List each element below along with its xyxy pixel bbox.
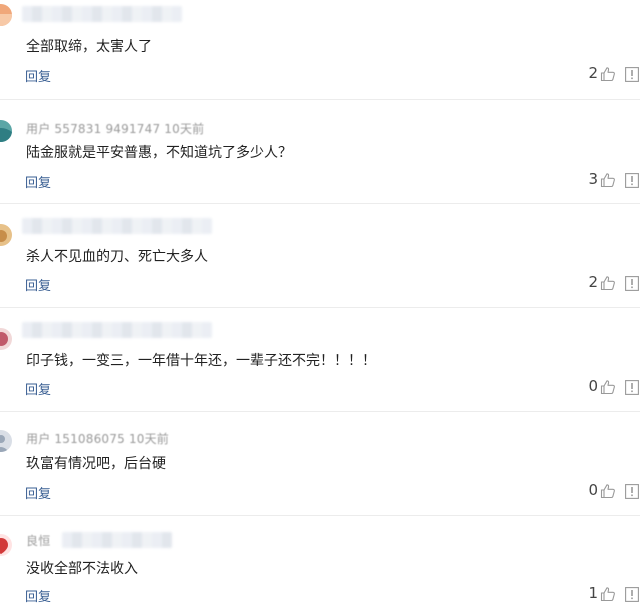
like-count: 2 (588, 273, 598, 291)
comment-text: 没收全部不法收入 (26, 561, 138, 577)
avatar[interactable] (0, 224, 12, 246)
username-meta: 用户 151086075 10天前 (26, 432, 170, 446)
report-icon[interactable] (625, 380, 639, 395)
comment-text: 印子钱，一变三，一年借十年还，一辈子还不完！！！！ (26, 353, 376, 369)
comment-list: 全部取缔，太害人了 回复 2 用户 557831 9491747 10天前 陆金… (0, 0, 640, 604)
thumbs-up-icon[interactable] (600, 275, 616, 291)
comment-text: 全部取缔，太害人了 (26, 39, 152, 55)
report-icon[interactable] (625, 484, 639, 499)
report-icon[interactable] (625, 276, 639, 291)
username-blurred (22, 6, 182, 22)
username-meta: 用户 557831 9491747 10天前 (26, 122, 205, 136)
comment-item: 印子钱，一变三，一年借十年还，一辈子还不完！！！！ 回复 0 (0, 308, 640, 412)
username-meta: 良恒 (26, 534, 51, 548)
comment-item: 杀人不见血的刀、死亡大多人 回复 2 (0, 204, 640, 308)
comment-text: 玖富有情况吧，后台硬 (26, 456, 166, 472)
avatar[interactable] (0, 430, 12, 452)
like-count: 1 (588, 584, 598, 602)
username-blurred (22, 322, 212, 338)
reply-button[interactable]: 回复 (25, 586, 51, 604)
username-blurred (22, 218, 212, 234)
like-count: 0 (588, 481, 598, 499)
reply-button[interactable]: 回复 (25, 483, 51, 502)
thumbs-up-icon[interactable] (600, 379, 616, 395)
like-count: 2 (588, 64, 598, 82)
report-icon[interactable] (625, 173, 639, 188)
avatar[interactable] (0, 328, 12, 350)
report-icon[interactable] (625, 67, 639, 82)
comment-text: 杀人不见血的刀、死亡大多人 (26, 249, 208, 265)
like-count: 3 (588, 170, 598, 188)
avatar[interactable] (0, 534, 12, 556)
thumbs-up-icon[interactable] (600, 586, 616, 602)
avatar[interactable] (0, 4, 12, 26)
thumbs-up-icon[interactable] (600, 172, 616, 188)
like-count: 0 (588, 377, 598, 395)
reply-button[interactable]: 回复 (25, 379, 51, 398)
comment-item: 全部取缔，太害人了 回复 2 (0, 0, 640, 100)
username-blurred (62, 532, 172, 548)
reply-button[interactable]: 回复 (25, 275, 51, 294)
report-icon[interactable] (625, 587, 639, 602)
thumbs-up-icon[interactable] (600, 483, 616, 499)
comment-item: 用户 557831 9491747 10天前 陆金服就是平安普惠，不知道坑了多少… (0, 100, 640, 204)
reply-button[interactable]: 回复 (25, 66, 51, 85)
comment-text: 陆金服就是平安普惠，不知道坑了多少人？ (26, 145, 292, 161)
thumbs-up-icon[interactable] (600, 66, 616, 82)
reply-button[interactable]: 回复 (25, 172, 51, 191)
comment-item: 用户 151086075 10天前 玖富有情况吧，后台硬 回复 0 (0, 412, 640, 516)
comment-item: 良恒 没收全部不法收入 回复 1 (0, 516, 640, 604)
avatar[interactable] (0, 120, 12, 142)
